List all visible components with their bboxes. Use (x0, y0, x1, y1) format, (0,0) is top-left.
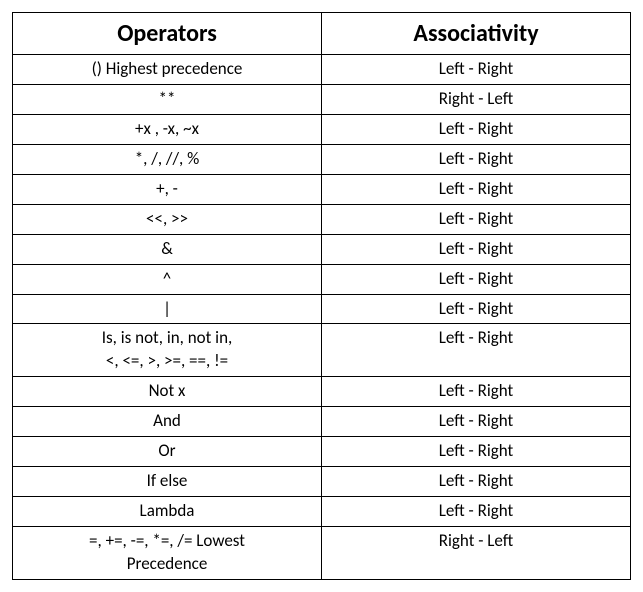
table-row: ** Right - Left (13, 84, 631, 114)
cell-assoc: Right - Left (322, 84, 631, 114)
table-row: ^ Left - Right (13, 264, 631, 294)
cell-operator: If else (13, 467, 322, 497)
cell-assoc: Left - Right (322, 407, 631, 437)
cell-assoc: Left - Right (322, 174, 631, 204)
cell-assoc: Left - Right (322, 234, 631, 264)
cell-assoc: Left - Right (322, 114, 631, 144)
cell-operator: +x , -x, ~x (13, 114, 322, 144)
cell-operator: And (13, 407, 322, 437)
cell-operator: +, - (13, 174, 322, 204)
table-row: Not x Left - Right (13, 377, 631, 407)
cell-operator: ** (13, 84, 322, 114)
cell-assoc: Left - Right (322, 144, 631, 174)
header-associativity: Associativity (322, 13, 631, 55)
cell-operator: <<, >> (13, 204, 322, 234)
table-row: | Left - Right (13, 294, 631, 324)
table-row: () Highest precedence Left - Right (13, 55, 631, 85)
cell-operator: Lambda (13, 497, 322, 527)
cell-assoc: Left - Right (322, 294, 631, 324)
table-row: And Left - Right (13, 407, 631, 437)
cell-operator: ^ (13, 264, 322, 294)
table-header-row: Operators Associativity (13, 13, 631, 55)
cell-assoc: Left - Right (322, 55, 631, 85)
table-row: =, +=, -=, *=, /= Lowest Precedence Righ… (13, 527, 631, 580)
cell-assoc: Left - Right (322, 377, 631, 407)
cell-assoc: Right - Left (322, 527, 631, 580)
cell-operator: *, /, //, % (13, 144, 322, 174)
table-row: +x , -x, ~x Left - Right (13, 114, 631, 144)
header-operators: Operators (13, 13, 322, 55)
table-row: +, - Left - Right (13, 174, 631, 204)
precedence-table: Operators Associativity () Highest prece… (12, 12, 631, 580)
cell-assoc: Left - Right (322, 324, 631, 377)
table-body: () Highest precedence Left - Right ** Ri… (13, 55, 631, 580)
cell-operator: =, +=, -=, *=, /= Lowest Precedence (13, 527, 322, 580)
cell-operator: | (13, 294, 322, 324)
cell-assoc: Left - Right (322, 467, 631, 497)
table-row: Lambda Left - Right (13, 497, 631, 527)
table-row: & Left - Right (13, 234, 631, 264)
table-row: *, /, //, % Left - Right (13, 144, 631, 174)
table-row: <<, >> Left - Right (13, 204, 631, 234)
cell-operator: Or (13, 437, 322, 467)
cell-assoc: Left - Right (322, 204, 631, 234)
table-row: Is, is not, in, not in, <, <=, >, >=, ==… (13, 324, 631, 377)
cell-operator: () Highest precedence (13, 55, 322, 85)
cell-operator: & (13, 234, 322, 264)
cell-assoc: Left - Right (322, 497, 631, 527)
cell-assoc: Left - Right (322, 437, 631, 467)
cell-operator: Not x (13, 377, 322, 407)
cell-operator: Is, is not, in, not in, <, <=, >, >=, ==… (13, 324, 322, 377)
table-row: If else Left - Right (13, 467, 631, 497)
table-row: Or Left - Right (13, 437, 631, 467)
cell-assoc: Left - Right (322, 264, 631, 294)
